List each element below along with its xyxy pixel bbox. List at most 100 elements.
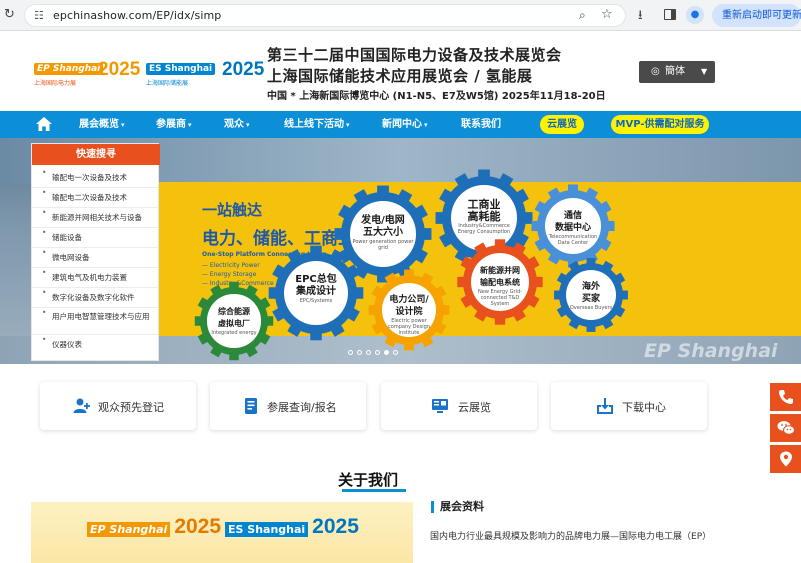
exhibit-inquiry-card[interactable]: 参展查询/报名 <box>210 382 366 430</box>
ep-logo[interactable]: EP Shanghai 2025 上海国际电力展 <box>34 59 141 87</box>
cloud-expo-card[interactable]: 云展览 <box>381 382 537 430</box>
gear-label-line1: 发电/电网 <box>361 214 405 226</box>
gear-8: 海外 买家 Overseas Buyers <box>551 255 631 335</box>
gear-label: 海外 买家 Overseas Buyers <box>566 270 616 320</box>
carousel-dots <box>348 350 400 356</box>
nav-label: 展会概览 <box>79 119 119 130</box>
address-bar[interactable]: ☷ epchinashow.com/EP/idx/simp ⌕ ☆ <box>24 4 626 27</box>
gear-label-line1: 电力公司/ <box>389 295 429 306</box>
card-label: 参展查询/报名 <box>267 401 337 414</box>
about-ep-logo: EP Shanghai 2025 <box>87 515 221 539</box>
ep-logo-year: 2025 <box>98 59 141 80</box>
hero-headline: 一站触达 <box>202 201 263 219</box>
location-pin-icon <box>779 451 792 467</box>
exhibition-title-2: 上海国际储能技术应用展览会 / 氢能展 <box>267 67 533 85</box>
quick-search-item[interactable]: 用户用电智慧管理技术与应用 <box>32 308 158 335</box>
nav-item-visitors[interactable]: 观众 ▾ <box>224 111 250 138</box>
gear-4: 电力公司/设计院 Electric power company Design in… <box>366 267 452 353</box>
nav-item-events[interactable]: 线上线下活动 ▾ <box>284 111 350 138</box>
star-icon[interactable]: ☆ <box>601 7 613 22</box>
url-text[interactable]: epchinashow.com/EP/idx/simp <box>53 9 221 22</box>
chevron-down-icon: ▾ <box>121 121 125 129</box>
es-logo[interactable]: ES Shanghai 2025 上海国际储能展 <box>146 59 264 87</box>
hero-en-item: — Electricity Power <box>202 262 260 269</box>
ep-logo-text: EP Shanghai <box>34 63 104 75</box>
language-label: 簡体 <box>665 66 685 77</box>
gear-label: 通信 数据中心 Telecommunication Data Center <box>544 197 602 255</box>
exhibition-venue-date: 中国 * 上海新国际博览中心 (N1-N5、E7及W5馆) 2025年11月18… <box>267 91 606 102</box>
gear-label-en: Industry&Commerce Energy Consumption <box>457 222 511 235</box>
nav-label: 观众 <box>224 119 244 130</box>
gear-label-en: Telecommunication Data Center <box>548 233 598 246</box>
gear-label-line1: 海外 <box>581 281 600 292</box>
gear-label: 发电/电网 五大六小 Power generation power grid <box>350 201 416 267</box>
chevron-down-icon: ▾ <box>188 121 192 129</box>
es-logo-text: ES Shanghai <box>146 63 216 75</box>
nav-item-exhibitors[interactable]: 参展商 ▾ <box>156 111 192 138</box>
banner-watermark: EP Shanghai <box>644 340 778 362</box>
gear-label-line1: 通信 <box>563 210 582 221</box>
quick-search-item[interactable]: 输配电二次设备及技术 <box>32 188 158 208</box>
carousel-dot-active[interactable] <box>384 350 389 355</box>
cloud-expo-button[interactable]: 云展览 <box>540 115 584 134</box>
about-es-logo-text: ES Shanghai <box>225 522 309 537</box>
exhibition-title: 第三十二届中国国际电力设备及技术展览会 <box>267 46 562 64</box>
gear-label-line1: 新能源并网 <box>479 266 520 276</box>
browser-toolbar: ↻ ☷ epchinashow.com/EP/idx/simp ⌕ ☆ ⭳ ● … <box>0 0 801 31</box>
quick-search-item[interactable]: 数字化设备及数字化软件 <box>32 288 158 308</box>
main-nav: 展会概览 ▾ 参展商 ▾ 观众 ▾ 线上线下活动 ▾ 新闻中心 ▾ 联系我们 云展览 MV… <box>0 111 801 138</box>
nav-label: 参展商 <box>156 119 186 130</box>
quick-search-item[interactable]: 新能源并网相关技术与设备 <box>32 208 158 228</box>
caret-down-icon: ▼ <box>701 67 708 76</box>
quick-search-panel: 快速搜寻 输配电一次设备及技术 输配电二次设备及技术 新能源并网相关技术与设备 … <box>31 143 160 361</box>
mvp-matching-button[interactable]: MVP-供需配对服务 <box>611 115 709 134</box>
language-select[interactable]: ◎ 簡体 ▼ <box>639 61 715 83</box>
gear-label-line2: 集成设计 <box>295 286 336 298</box>
quick-search-item[interactable]: 建筑电气及机电力装置 <box>32 268 158 288</box>
visitor-preregister-card[interactable]: 观众预先登记 <box>40 382 196 430</box>
carousel-dot[interactable] <box>366 350 371 355</box>
carousel-dot[interactable] <box>393 350 398 355</box>
nav-item-news[interactable]: 新闻中心 ▾ <box>382 111 428 138</box>
gear-label-line2: 数据中心 <box>554 222 591 233</box>
tune-icon[interactable]: ☷ <box>34 9 44 22</box>
quick-search-item[interactable]: 微电网设备 <box>32 248 158 268</box>
gear-label-line2: 高耗能 <box>467 209 501 223</box>
nav-label: 线上线下活动 <box>284 119 344 130</box>
nav-item-contact[interactable]: 联系我们 <box>461 111 501 138</box>
phone-button[interactable] <box>770 383 801 411</box>
gear-label-en: EPC/Systems <box>299 298 333 305</box>
carousel-dot[interactable] <box>375 350 380 355</box>
quick-search-item[interactable]: 输配电一次设备及技术 <box>32 168 158 188</box>
wechat-button[interactable] <box>770 414 801 442</box>
about-image: EP Shanghai 2025 ES Shanghai 2025 <box>31 502 413 563</box>
gear-label-en: New Energy Grid-connected T&D System <box>478 289 522 308</box>
page: ↻ ☷ epchinashow.com/EP/idx/simp ⌕ ☆ ⭳ ● … <box>0 0 801 563</box>
carousel-dot[interactable] <box>357 350 362 355</box>
side-panel-icon[interactable] <box>664 9 676 20</box>
profile-icon[interactable]: ● <box>686 6 704 24</box>
about-ep-logo-text: EP Shanghai <box>87 522 171 537</box>
home-icon[interactable] <box>35 115 53 133</box>
gear-label-line2: 输配电系统 <box>479 278 520 288</box>
download-box-icon <box>597 398 613 414</box>
gear-label-en: Integrated energy <box>211 329 257 336</box>
document-icon <box>245 398 257 414</box>
carousel-dot[interactable] <box>348 350 353 355</box>
quick-search-item[interactable]: 仪器仪表 <box>32 335 158 355</box>
nav-item-overview[interactable]: 展会概览 ▾ <box>79 111 125 138</box>
user-add-icon <box>73 398 90 413</box>
gear-label-en: Electric power company Design institute <box>388 318 430 337</box>
download-icon[interactable]: ⭳ <box>638 6 643 28</box>
chevron-down-icon: ▾ <box>346 121 350 129</box>
phone-icon <box>778 390 793 404</box>
gear-label-line2: 五大六小 <box>362 226 403 238</box>
update-button[interactable]: 重新启动即可更新 ⋮ <box>712 4 801 27</box>
zoom-icon[interactable]: ⌕ <box>579 8 586 23</box>
reload-icon[interactable]: ↻ <box>4 8 15 22</box>
download-center-card[interactable]: 下载中心 <box>551 382 707 430</box>
gear-label: 综合能源 虚拟电厂 Integrated energy <box>207 294 261 348</box>
gear-label-line2: 设计院 <box>395 307 423 318</box>
location-button[interactable] <box>770 445 801 473</box>
quick-search-item[interactable]: 储能设备 <box>32 228 158 248</box>
